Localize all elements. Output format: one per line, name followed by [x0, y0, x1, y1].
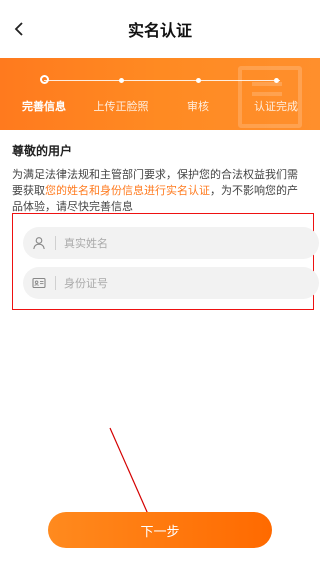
- next-step-button[interactable]: 下一步: [48, 512, 272, 548]
- name-field[interactable]: [23, 227, 319, 259]
- back-button[interactable]: [8, 17, 32, 41]
- step-dot-current: [40, 75, 49, 84]
- identity-form: [12, 213, 319, 310]
- user-icon: [31, 235, 47, 251]
- id-card-watermark-icon: [238, 66, 302, 128]
- page-title: 实名认证: [127, 21, 192, 40]
- name-input[interactable]: [64, 236, 284, 250]
- top-bar: 实名认证: [0, 0, 320, 58]
- progress-line: [44, 80, 280, 81]
- field-separator: [55, 276, 56, 290]
- id-card-icon: [31, 275, 47, 291]
- id-number-input[interactable]: [64, 276, 284, 290]
- field-separator: [55, 236, 56, 250]
- step-label: 认证完成: [254, 100, 298, 113]
- progress-banner: 完善信息 上传正脸照 审核 认证完成: [0, 58, 320, 130]
- description-text: 为满足法律法规和主管部门要求，保护您的合法权益我们需要获取您的姓名和身份信息进行…: [12, 167, 308, 215]
- step-dot: [119, 78, 124, 83]
- greeting-title: 尊敬的用户: [12, 144, 73, 158]
- chevron-left-icon: [14, 22, 23, 36]
- step-label: 审核: [187, 100, 209, 113]
- step-dot: [274, 78, 279, 83]
- step-dot: [196, 78, 201, 83]
- step-label: 完善信息: [22, 100, 66, 113]
- step-label: 上传正脸照: [93, 100, 149, 113]
- description-highlight: 您的姓名和身份信息进行实名认证: [45, 184, 210, 197]
- id-field[interactable]: [23, 267, 319, 299]
